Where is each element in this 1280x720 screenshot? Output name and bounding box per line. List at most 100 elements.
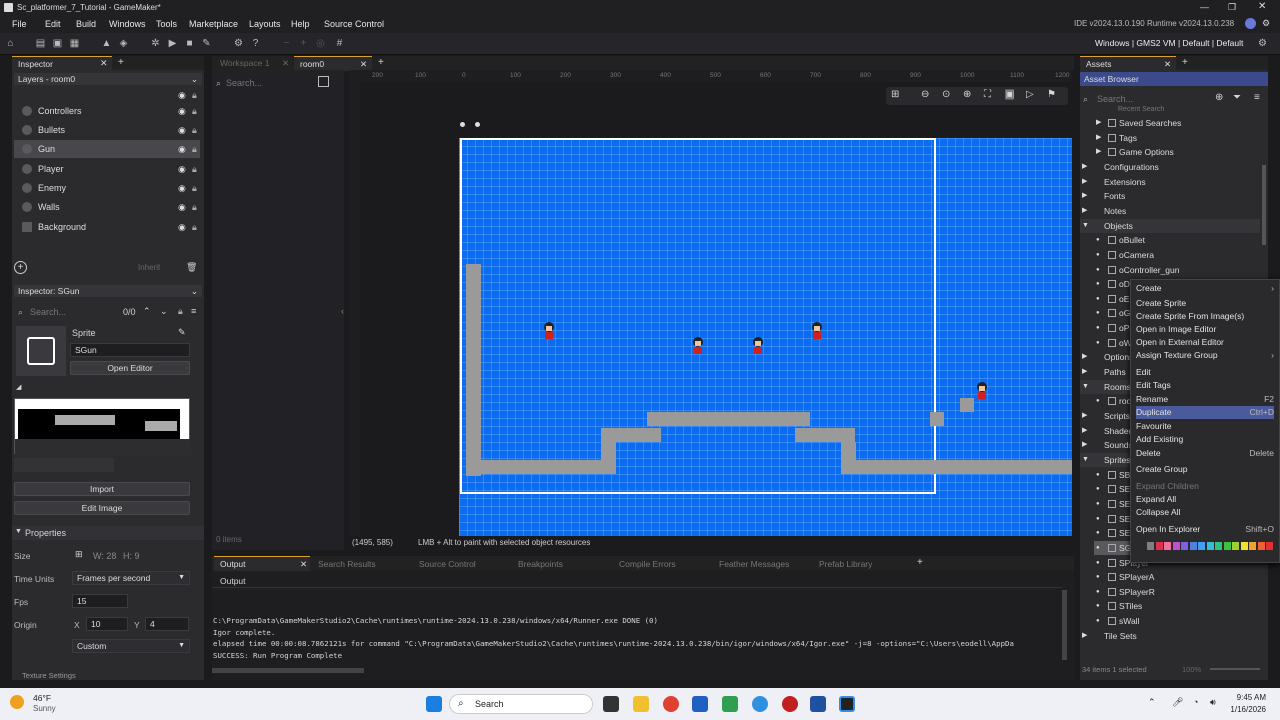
chrome-icon[interactable] [663,696,679,712]
asset-folder[interactable]: ▶ Notes [1080,204,1260,218]
enemy-instance[interactable] [691,337,705,355]
weather-icon[interactable] [10,695,24,709]
context-item-favourite[interactable]: Favourite [1136,420,1274,433]
enemy-instance[interactable] [810,322,824,340]
collapsed-arrow-icon[interactable]: ▶ [1082,189,1087,203]
asset-bullet-icon[interactable]: ● [1096,321,1100,335]
wall[interactable] [466,264,481,476]
edge-icon[interactable] [752,696,768,712]
zoom-in-icon[interactable]: ⊕ [963,89,971,100]
zoom-reset-icon[interactable]: ⊙ [942,89,950,100]
layers-header[interactable]: Layers - room0 ⌄ [14,73,202,85]
collapsed-arrow-icon[interactable]: ▶ [1082,175,1087,189]
color-swatch[interactable] [1198,542,1205,550]
collapsed-arrow-icon[interactable]: ▶ [1096,145,1101,159]
resize-icon[interactable]: ⊞ [75,549,83,560]
context-item-edit-tags[interactable]: Edit Tags [1136,379,1274,392]
lock-icon[interactable]: 🔒︎ [192,179,197,197]
asset-folder[interactable]: ▼ Objects [1080,218,1260,233]
wall[interactable] [647,412,810,426]
lock-icon[interactable]: 🔒︎ [192,140,197,158]
menu-icon[interactable]: ≡ [1254,92,1260,103]
asset-bullet-icon[interactable]: ● [1096,482,1100,496]
asset-folder[interactable]: ▶ Fonts [1080,189,1260,203]
collapsed-arrow-icon[interactable]: ▶ [1082,438,1087,452]
add-output-tab-icon[interactable]: + [917,557,923,568]
color-swatch[interactable] [1189,542,1197,550]
lock-all-icon[interactable]: 🔒︎ [192,90,197,101]
notes-icon[interactable] [810,696,826,712]
calculator-icon[interactable] [692,696,708,712]
asset-item[interactable]: ● SPlayerA [1094,570,1260,584]
collapsed-arrow-icon[interactable]: ▶ [1082,365,1087,379]
context-item-open-in-image-editor[interactable]: Open in Image Editor [1136,323,1274,336]
asset-bullet-icon[interactable]: ● [1096,306,1100,320]
collapse-sidebar-icon[interactable]: ‹ [341,306,344,316]
start-icon[interactable] [426,696,442,712]
eye-all-icon[interactable]: ◉ [178,90,186,101]
tab-prefab-library[interactable]: Prefab Library [819,558,872,570]
asset-folder[interactable]: ▶ Tile Sets [1080,629,1260,643]
asset-bullet-icon[interactable]: ● [1096,248,1100,262]
asset-item[interactable]: ● sWall [1094,614,1260,628]
assets-zoom-slider[interactable] [1210,668,1260,670]
close-icon[interactable]: ✕ [1258,1,1266,12]
asset-item[interactable]: ▶ Tags [1094,131,1260,145]
expanded-arrow-icon[interactable]: ▼ [1082,380,1089,394]
zoom-out-icon[interactable]: ⊖ [921,89,929,100]
color-swatch[interactable] [1147,542,1154,550]
delete-layer-icon[interactable]: 🗑︎ [186,262,197,273]
app-icon[interactable] [782,696,798,712]
context-item-rename[interactable]: Rename [1136,393,1274,406]
room-canvas[interactable]: ⊞ ⊖ ⊙ ⊕ ⛶ ▣ ▷ ⚑ [360,82,1072,536]
menu-tools[interactable]: Tools [156,19,177,29]
taskbar-search[interactable]: ⌕ Search [449,694,593,714]
context-item-create[interactable]: Create [1136,282,1274,295]
create-asset-icon[interactable]: ⊕ [1215,92,1223,103]
add-layer-icon[interactable]: + [14,261,27,274]
lock-icon[interactable]: 🔒︎ [192,218,197,236]
asset-item[interactable]: ▶ Saved Searches [1094,116,1260,130]
context-item-expand-children[interactable]: Expand Children [1136,480,1274,493]
export-icon[interactable]: ◈ [117,37,130,50]
layer-gun[interactable]: Gun ◉ 🔒︎ [14,140,200,158]
asset-bullet-icon[interactable]: ● [1096,263,1100,277]
visibility-icon[interactable]: ◉ [178,218,186,236]
menu-icon[interactable]: ≡ [191,306,196,316]
collapsed-arrow-icon[interactable]: ▶ [1096,116,1101,130]
layer-bullets[interactable]: Bullets ◉ 🔒︎ [14,121,200,139]
asset-bullet-icon[interactable]: ● [1096,497,1100,511]
asset-bullet-icon[interactable]: ● [1096,277,1100,291]
grid-icon[interactable]: # [333,37,346,50]
origin-mode-select[interactable]: Custom ▼ [72,639,190,653]
account-icon[interactable] [1245,18,1256,29]
color-swatch[interactable] [1215,542,1222,550]
context-item-open-in-external-editor[interactable]: Open in External Editor [1136,336,1274,349]
clean-icon[interactable]: ✎ [200,37,213,50]
open-project-icon[interactable]: ▣ [51,37,64,50]
menu-layouts[interactable]: Layouts [249,19,281,29]
origin-y-field[interactable]: 4 [145,617,189,631]
inherit-button[interactable]: Inherit [138,263,160,272]
menu-edit[interactable]: Edit [45,19,61,29]
zoom-reset-icon[interactable]: ◎ [314,37,327,50]
asset-bullet-icon[interactable]: ● [1096,541,1100,555]
asset-item[interactable]: ● oCamera [1094,248,1260,262]
enemy-instance[interactable] [751,337,765,355]
zoom-in-icon[interactable]: + [297,37,310,50]
edit-image-button[interactable]: Edit Image [14,501,190,515]
asset-bullet-icon[interactable]: ● [1096,394,1100,408]
file-explorer-icon[interactable] [633,696,649,712]
add-asset-tab-icon[interactable]: + [1182,57,1188,68]
next-result-icon[interactable]: ⌄ [160,306,168,317]
tab-room0[interactable]: room0 ✕ [294,56,372,71]
asset-folder[interactable]: ▶ Configurations [1080,160,1260,174]
settings-icon[interactable]: ⚙ [1262,18,1270,29]
layer-controllers[interactable]: Controllers ◉ 🔒︎ [14,102,200,120]
color-swatch[interactable] [1266,542,1273,550]
enemy-instance[interactable] [542,322,556,340]
tray-chevron-icon[interactable]: ⌃ [1148,697,1156,708]
origin-x-field[interactable]: 10 [86,617,128,631]
filter-icon[interactable]: ⏷ [1233,92,1241,103]
color-swatch[interactable] [1164,542,1171,550]
